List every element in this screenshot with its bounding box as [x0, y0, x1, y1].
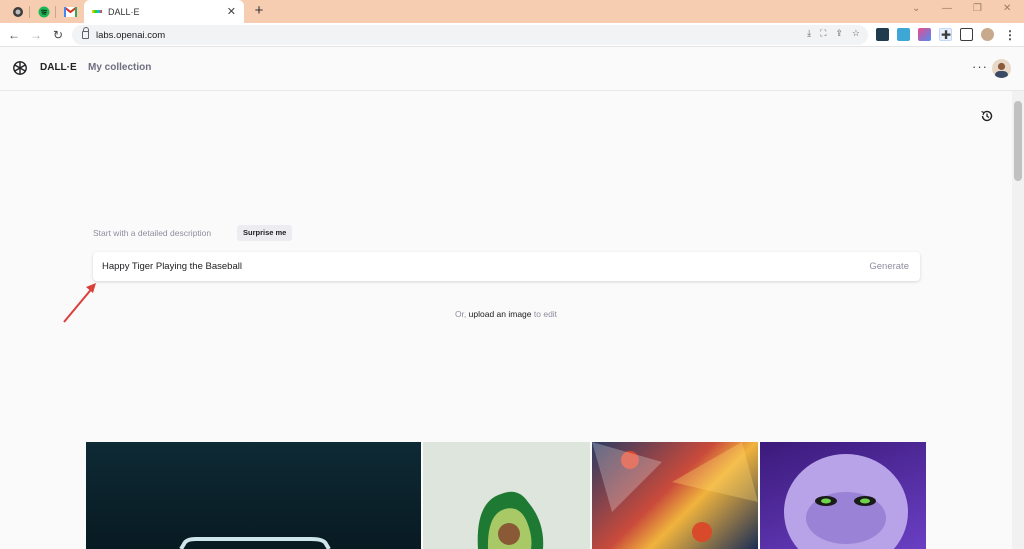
restore-icon[interactable]: ❐ [973, 3, 982, 14]
browser-toolbar: ← → ↻ labs.openai.com ⤓ ⛶ ⇪ ☆ ✚ ⋮ [0, 23, 1024, 47]
window-close-icon[interactable]: ✕ [1003, 3, 1011, 14]
tab-close-icon[interactable]: ✕ [227, 5, 236, 18]
install-app-icon[interactable]: ⤓ [807, 28, 811, 39]
gallery-image-2[interactable] [423, 442, 590, 549]
app-header: DALL·E My collection ··· [0, 47, 1024, 91]
more-options-icon[interactable]: ··· [972, 59, 988, 74]
address-bar[interactable]: labs.openai.com ⤓ ⛶ ⇪ ☆ [72, 25, 868, 45]
gallery-image-3[interactable] [592, 442, 758, 549]
share-icon[interactable]: ⇪ [835, 28, 843, 39]
pinned-tab-gmail[interactable] [58, 2, 82, 21]
pinned-tab-openai[interactable] [6, 2, 30, 21]
tab-search-icon[interactable]: ⌄ [912, 3, 920, 14]
tab-title: DALL·E [108, 6, 140, 17]
prompt-text[interactable]: Happy Tiger Playing the Baseball [102, 261, 242, 272]
forward-icon[interactable]: → [28, 27, 44, 43]
pinned-tab-spotify[interactable] [32, 2, 56, 21]
generate-button[interactable]: Generate [869, 261, 909, 272]
profile-avatar[interactable] [981, 28, 994, 41]
history-icon[interactable] [980, 109, 994, 123]
annotation-arrow-icon [63, 283, 96, 323]
gallery-image-1[interactable] [86, 442, 421, 549]
browser-tab-bar: DALL·E ✕ + ⌄ — ❐ ✕ [0, 0, 1024, 23]
dalle-favicon-icon [92, 10, 102, 13]
bookmark-star-icon[interactable]: ☆ [852, 28, 860, 39]
upload-prefix: Or, [454, 309, 467, 319]
extension-icon-3[interactable] [918, 28, 931, 41]
extensions-puzzle-icon[interactable]: ✚ [938, 27, 954, 43]
spotify-favicon-icon [38, 6, 50, 17]
new-tab-button[interactable]: + [250, 2, 268, 20]
user-avatar-icon [995, 62, 1008, 78]
openai-favicon-icon [13, 6, 23, 17]
extension-icon-1[interactable] [876, 28, 889, 41]
user-avatar[interactable] [992, 59, 1011, 78]
browser-menu-icon[interactable]: ⋮ [1002, 27, 1018, 43]
gallery-image-1-art [179, 537, 331, 549]
prompt-input[interactable]: Happy Tiger Playing the Baseball Generat… [93, 252, 920, 281]
scrollbar-thumb[interactable] [1014, 101, 1022, 181]
brand-name[interactable]: DALL·E [40, 62, 77, 73]
upload-image-link[interactable]: upload an image [469, 309, 532, 319]
upload-suffix: to edit [533, 309, 558, 319]
upload-line: Or, upload an image to edit [0, 309, 1012, 319]
extension-icon-2[interactable] [897, 28, 910, 41]
gallery-image-2-art [477, 491, 544, 549]
side-panel-icon[interactable] [960, 28, 973, 41]
my-collection-link[interactable]: My collection [88, 62, 151, 73]
gallery-image-4-art [784, 454, 908, 549]
translate-icon[interactable]: ⛶ [820, 28, 826, 39]
url-text: labs.openai.com [96, 29, 166, 41]
gmail-favicon-icon [63, 6, 77, 17]
lock-icon [82, 27, 89, 39]
reload-icon[interactable]: ↻ [50, 27, 66, 43]
page-scrollbar[interactable] [1012, 91, 1024, 549]
surprise-me-button[interactable]: Surprise me [237, 225, 293, 241]
back-icon[interactable]: ← [6, 27, 22, 43]
gallery-image-4[interactable] [760, 442, 926, 549]
active-tab[interactable]: DALL·E ✕ [84, 0, 244, 23]
prompt-hint: Start with a detailed description [93, 228, 212, 238]
openai-logo-icon[interactable] [12, 60, 28, 76]
gallery-image-3-art [592, 442, 758, 542]
minimize-icon[interactable]: — [942, 3, 952, 14]
